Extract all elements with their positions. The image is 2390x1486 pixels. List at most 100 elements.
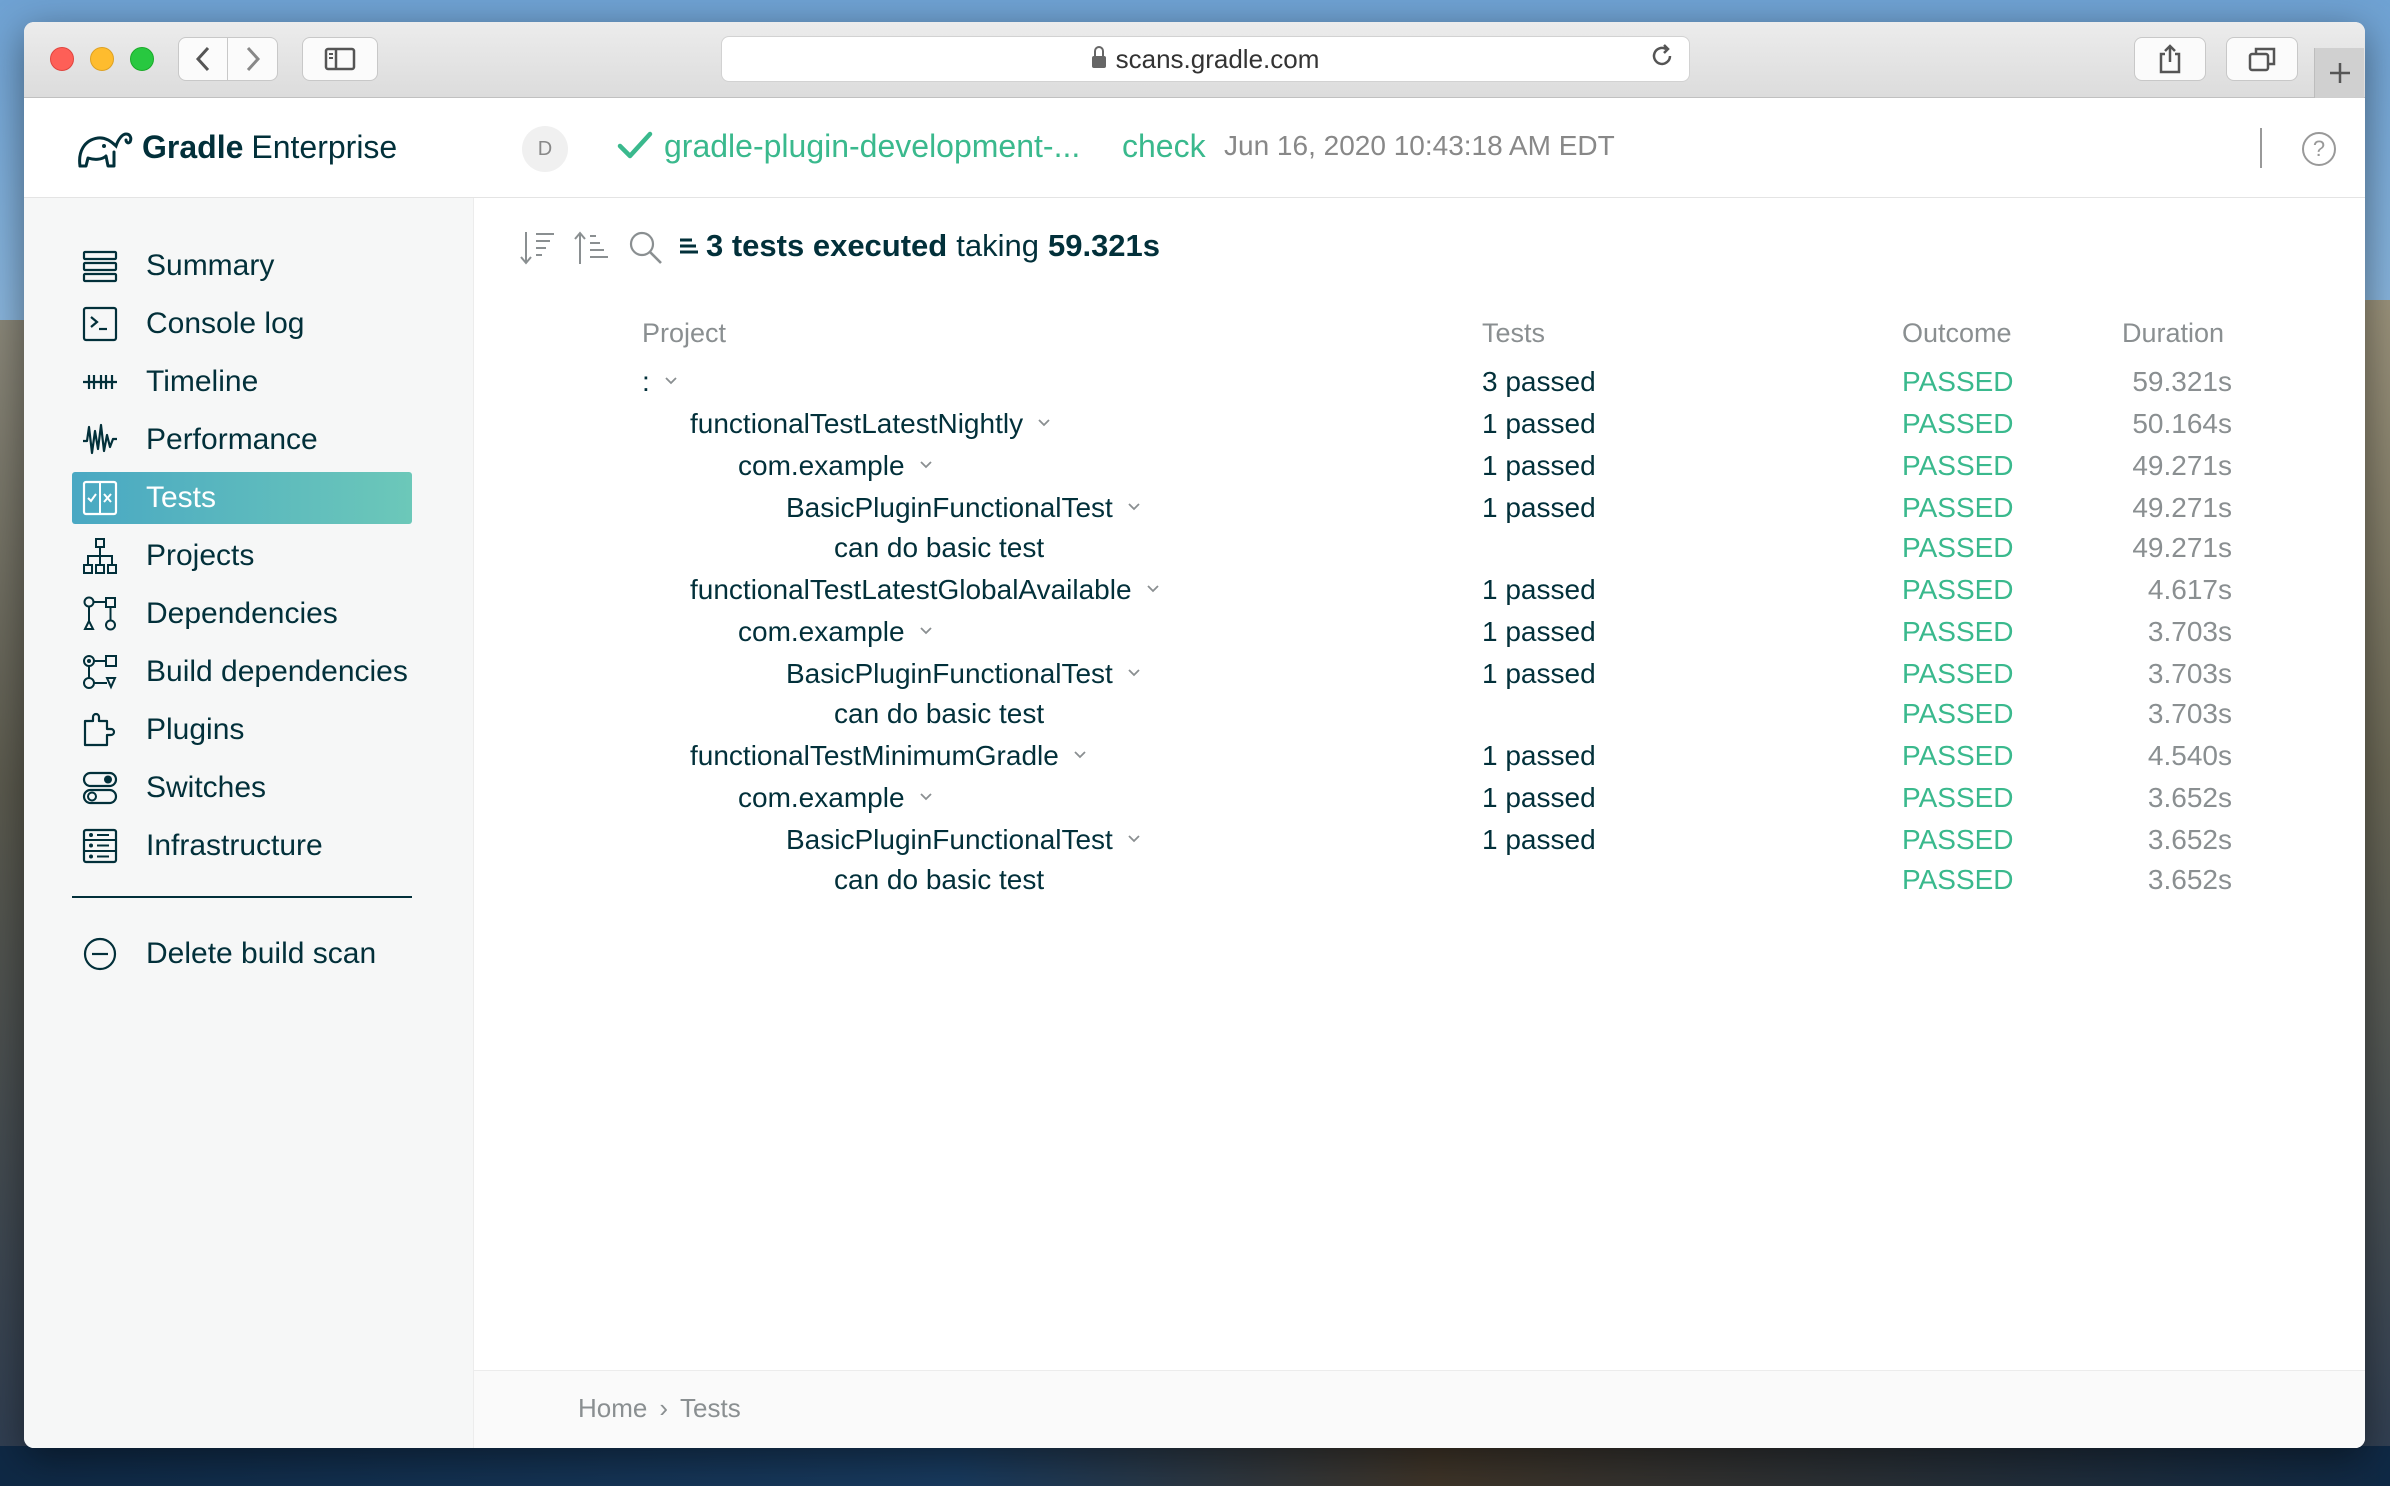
chevron-down-icon[interactable] xyxy=(1037,415,1051,429)
row-duration: 4.540s xyxy=(2147,740,2232,771)
sort-ascending-icon[interactable] xyxy=(572,228,612,268)
address-bar[interactable]: scans.gradle.com xyxy=(721,36,1690,82)
row-name-cell: functionalTestMinimumGradle xyxy=(690,740,1087,772)
row-outcome: PASSED xyxy=(1902,492,2014,523)
table-row[interactable]: com.example 1 passed PASSED 3.652s xyxy=(474,782,2365,822)
row-tests: 3 passed xyxy=(1482,366,1596,397)
row-duration: 3.652s xyxy=(2147,782,2232,813)
table-row[interactable]: functionalTestLatestNightly 1 passed PASSE… xyxy=(474,408,2365,448)
column-header-tests[interactable]: Tests xyxy=(1482,318,1545,349)
test-toolbar xyxy=(518,228,680,268)
sidebar-item-projects[interactable]: Projects xyxy=(72,530,412,582)
chevron-down-icon[interactable] xyxy=(664,373,678,387)
column-header-duration[interactable]: Duration xyxy=(2122,318,2224,349)
sidebar-item-label: Dependencies xyxy=(146,597,338,630)
dependencies-icon xyxy=(80,594,120,634)
tree-icon xyxy=(680,238,698,254)
breadcrumb-separator: › xyxy=(659,1393,669,1423)
row-name: can do basic test xyxy=(834,698,1045,729)
row-duration: 50.164s xyxy=(2132,408,2232,439)
browser-window: scans.gradle.com Gradle Enterprise D gra… xyxy=(24,22,2365,1448)
zoom-window-button[interactable] xyxy=(130,47,154,71)
delete-build-scan-button[interactable]: Delete build scan xyxy=(72,928,412,980)
chevron-down-icon[interactable] xyxy=(1127,831,1141,845)
share-button[interactable] xyxy=(2134,37,2206,81)
chevron-down-icon[interactable] xyxy=(919,789,933,803)
row-duration: 3.652s xyxy=(2147,824,2232,855)
search-icon[interactable] xyxy=(626,228,666,268)
sidebar-item-infrastructure[interactable]: Infrastructure xyxy=(72,820,412,872)
help-icon[interactable]: ? xyxy=(2302,132,2336,166)
chevron-down-icon[interactable] xyxy=(919,623,933,637)
row-name: BasicPluginFunctionalTest xyxy=(786,492,1113,523)
page-footer: Home › Tests xyxy=(474,1370,2365,1448)
sort-descending-icon[interactable] xyxy=(518,228,558,268)
table-row[interactable]: com.example 1 passed PASSED 3.703s xyxy=(474,616,2365,656)
close-window-button[interactable] xyxy=(50,47,74,71)
build-project-name[interactable]: gradle-plugin-development-... xyxy=(664,128,1080,165)
sidebar-item-plugins[interactable]: Plugins xyxy=(72,704,412,756)
new-tab-button[interactable] xyxy=(2314,48,2364,98)
gradle-enterprise-logo[interactable]: Gradle Enterprise xyxy=(74,122,397,172)
table-row[interactable]: BasicPluginFunctionalTest 1 passed PASSED 4… xyxy=(474,492,2365,532)
build-task-name[interactable]: check xyxy=(1122,128,1206,165)
row-tests: 1 passed xyxy=(1482,740,1596,771)
row-tests: 1 passed xyxy=(1482,658,1596,689)
reload-icon[interactable] xyxy=(1649,43,1675,76)
build-dependencies-icon xyxy=(80,652,120,692)
show-sidebar-button[interactable] xyxy=(302,37,378,81)
logo-product-text: Enterprise xyxy=(251,128,398,165)
sidebar-item-console-log[interactable]: Console log xyxy=(72,298,412,350)
sidebar-item-switches[interactable]: Switches xyxy=(72,762,412,814)
sidebar-item-build-dependencies[interactable]: Build dependencies xyxy=(72,646,412,698)
chevron-down-icon[interactable] xyxy=(1073,747,1087,761)
sidebar-item-tests[interactable]: Tests xyxy=(72,472,412,524)
row-name: com.example xyxy=(738,450,905,481)
sidebar-item-dependencies[interactable]: Dependencies xyxy=(72,588,412,640)
chevron-down-icon[interactable] xyxy=(1127,665,1141,679)
breadcrumb-home[interactable]: Home xyxy=(578,1393,647,1424)
row-duration: 3.703s xyxy=(2147,698,2232,729)
chevron-down-icon[interactable] xyxy=(1146,581,1160,595)
table-row[interactable]: BasicPluginFunctionalTest 1 passed PASSED 3… xyxy=(474,824,2365,864)
row-name: BasicPluginFunctionalTest xyxy=(786,824,1113,855)
success-check-icon xyxy=(616,126,654,171)
row-name: can do basic test xyxy=(834,864,1045,895)
row-name-cell: can do basic test xyxy=(834,698,1044,730)
table-row[interactable]: com.example 1 passed PASSED 49.271s xyxy=(474,450,2365,490)
sidebar-item-label: Performance xyxy=(146,423,318,456)
chevron-down-icon[interactable] xyxy=(919,457,933,471)
back-button[interactable] xyxy=(178,37,228,81)
chevron-down-icon[interactable] xyxy=(1127,499,1141,513)
logo-brand-text: Gradle xyxy=(142,128,244,165)
table-row[interactable]: : 3 passed PASSED 59.321s xyxy=(474,366,2365,406)
table-row[interactable]: BasicPluginFunctionalTest 1 passed PASSED 3… xyxy=(474,658,2365,698)
row-duration: 49.271s xyxy=(2132,492,2232,523)
sidebar-item-label: Console log xyxy=(146,307,305,340)
row-tests: 1 passed xyxy=(1482,574,1596,605)
table-row: can do basic test PASSED 3.703s xyxy=(474,698,2365,738)
column-header-project[interactable]: Project xyxy=(642,318,726,349)
console-icon xyxy=(80,304,120,344)
column-header-outcome[interactable]: Outcome xyxy=(1902,318,2012,349)
sidebar-item-label: Projects xyxy=(146,539,255,572)
show-tabs-button[interactable] xyxy=(2226,37,2298,81)
row-name-cell: functionalTestLatestGlobalAvailable xyxy=(690,574,1160,606)
breadcrumb: Home › Tests xyxy=(578,1393,741,1424)
sidebar-item-timeline[interactable]: Timeline xyxy=(72,356,412,408)
build-timestamp: Jun 16, 2020 10:43:18 AM EDT xyxy=(1224,130,1615,161)
row-name: : xyxy=(642,366,650,397)
minimize-window-button[interactable] xyxy=(90,47,114,71)
forward-button[interactable] xyxy=(228,37,278,81)
sidebar-item-performance[interactable]: Performance xyxy=(72,414,412,466)
tabs-icon xyxy=(2248,47,2276,72)
sidebar-item-label: Build dependencies xyxy=(146,655,408,688)
projects-icon xyxy=(80,536,120,576)
table-row[interactable]: functionalTestMinimumGradle 1 passed PASSE… xyxy=(474,740,2365,780)
header-divider xyxy=(2260,128,2262,168)
table-row[interactable]: functionalTestLatestGlobalAvailable 1 pas… xyxy=(474,574,2365,614)
plus-icon xyxy=(2329,63,2350,83)
sidebar-item-summary[interactable]: Summary xyxy=(72,240,412,292)
row-name-cell: can do basic test xyxy=(834,864,1044,896)
avatar[interactable]: D xyxy=(522,126,568,172)
